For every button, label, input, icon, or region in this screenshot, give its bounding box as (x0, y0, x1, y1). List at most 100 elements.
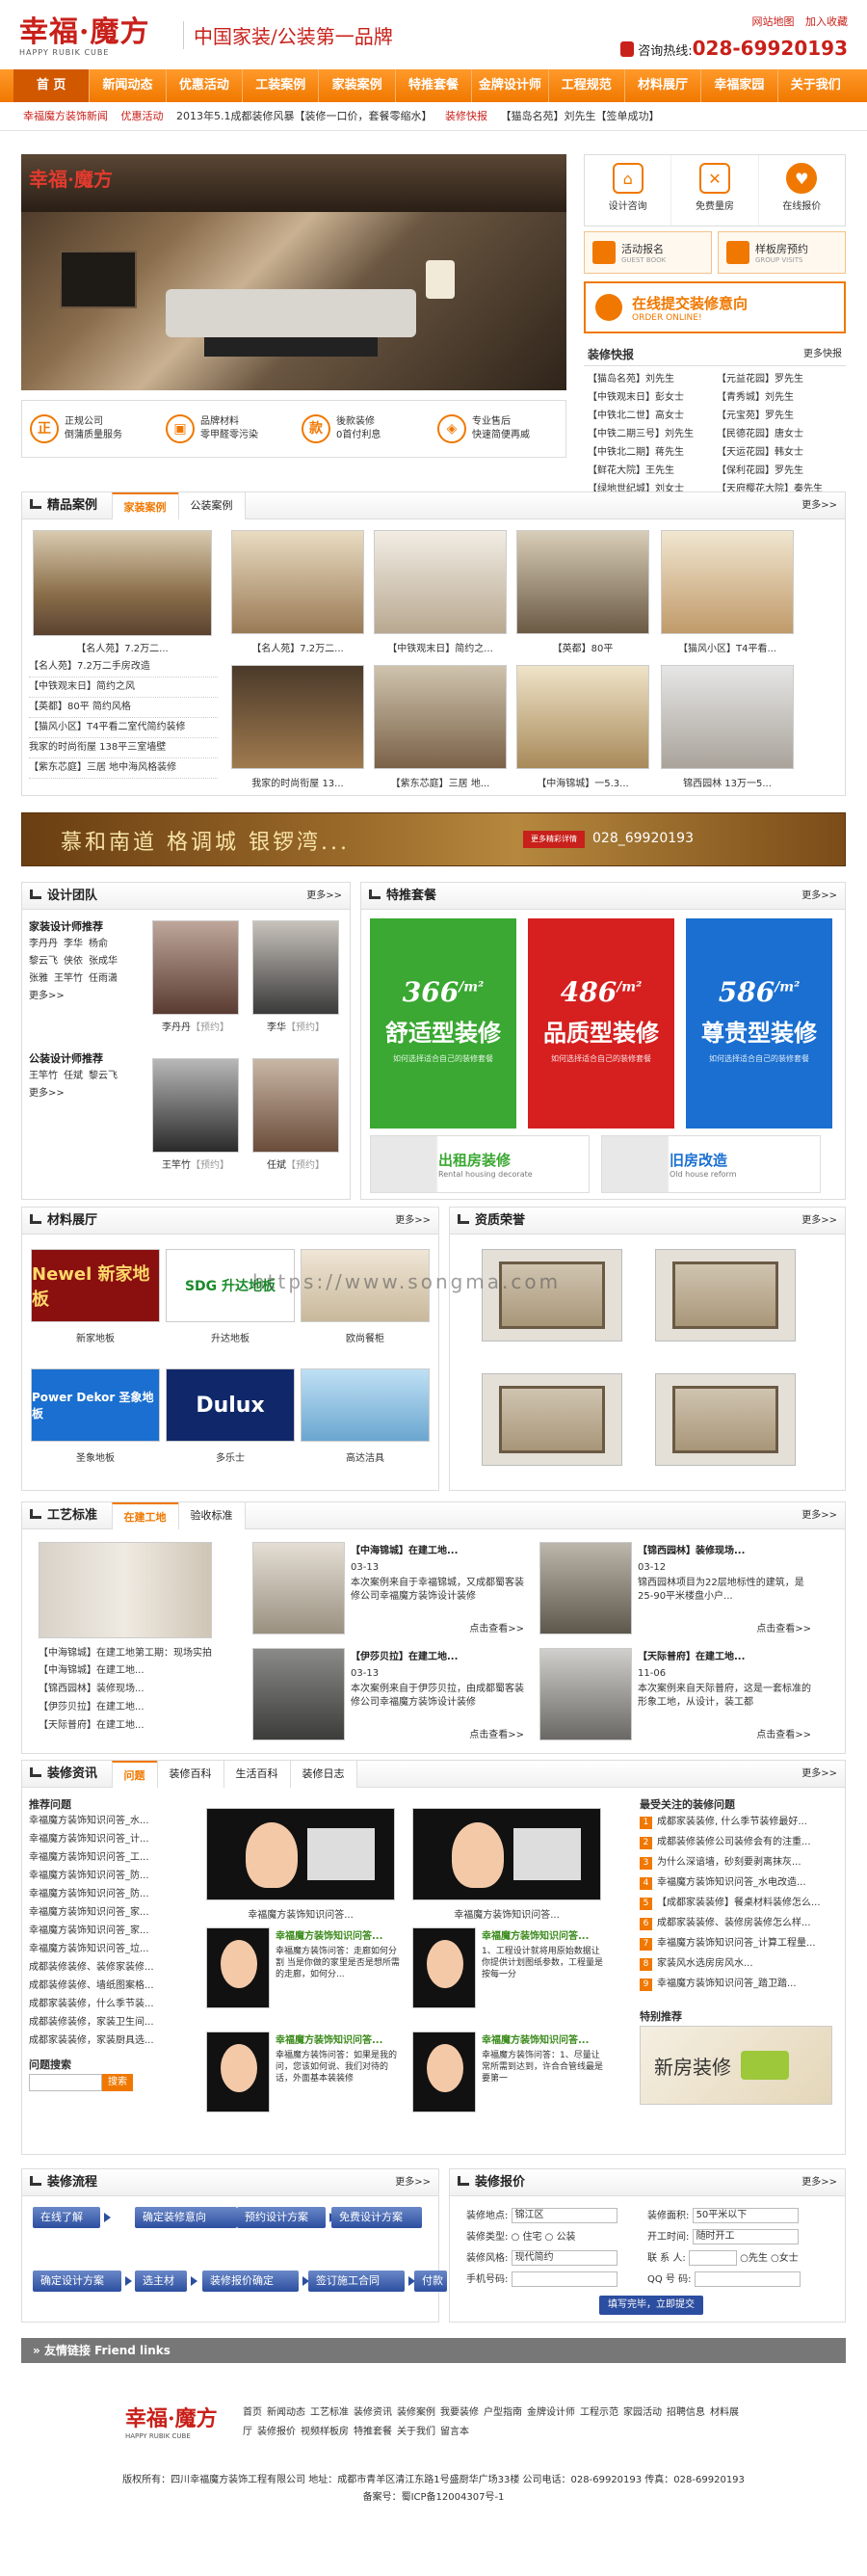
case-thumb[interactable] (374, 530, 507, 634)
process-item-title[interactable]: 【伊莎贝拉】在建工地... (351, 1648, 524, 1662)
case-caption[interactable]: 【名人苑】7.2万二... (231, 640, 364, 654)
process-feature-caption[interactable]: 【中海锦城】在建工地第工期：现场实拍 (29, 1644, 222, 1659)
qq-input[interactable] (694, 2271, 801, 2287)
tab-questions[interactable]: 问题 (111, 1761, 158, 1788)
footer-nav-item[interactable]: 工艺标准 (310, 2407, 349, 2418)
package-more-link[interactable]: 更多>> (801, 883, 837, 910)
home-designer-more[interactable]: 更多>> (29, 988, 144, 1005)
nav-packages[interactable]: 特推套餐 (396, 69, 473, 102)
nav-designers[interactable]: 金牌设计师 (472, 69, 549, 102)
process-item-more[interactable]: 点击查看>> (756, 1726, 811, 1740)
radio-commercial[interactable]: ○ 公装 (545, 2232, 576, 2243)
contact-input[interactable] (688, 2250, 737, 2266)
ticker-item[interactable]: 优惠活动 (121, 110, 164, 122)
pub-designer-more[interactable]: 更多>> (29, 1085, 144, 1102)
designer-photo[interactable] (152, 920, 239, 1015)
designer-more-link[interactable]: 更多>> (306, 883, 342, 910)
case-list-item[interactable]: 我家的时尚衔屋 138平三室墙壁 (29, 738, 218, 758)
favorite-link[interactable]: 加入收藏 (805, 15, 848, 28)
express-item[interactable]: 【中铁观末日】彭女士 (588, 388, 713, 407)
info-video-caption[interactable]: 幸福魔方装饰知识问答... (206, 1906, 395, 1921)
flow-step[interactable]: 预约设计方案 (237, 2207, 326, 2228)
express-item[interactable]: 【猫岛名苑】刘先生 (588, 370, 713, 388)
case-thumb[interactable] (516, 530, 649, 634)
footer-nav-item[interactable]: 装修案例 (397, 2407, 435, 2418)
phone-input[interactable] (511, 2271, 617, 2287)
footer-nav-item[interactable]: 关于我们 (397, 2427, 435, 2437)
express-item[interactable]: 【元益花园】罗先生 (717, 370, 842, 388)
designer-photo[interactable] (252, 920, 339, 1015)
recommended-item[interactable]: 幸福魔方装饰知识问答_防... (29, 1885, 193, 1903)
radio-ms[interactable]: ○女士 (771, 2253, 799, 2264)
designer-name[interactable]: 李丹丹 (29, 939, 58, 949)
package-card[interactable]: 366/m² 舒适型装修 如何选择适合自己的装修套餐 (370, 918, 516, 1129)
express-item[interactable]: 【保利花园】罗先生 (717, 462, 842, 480)
designer-name[interactable]: 张成华 (89, 956, 118, 967)
materials-more-link[interactable]: 更多>> (395, 1208, 431, 1235)
cases-more-link[interactable]: 更多>> (801, 492, 837, 519)
designer-name[interactable]: 王竿竹 (54, 973, 83, 984)
hot-question-item[interactable]: 8 家装风水选房房风水... (640, 1953, 832, 1974)
process-item-title[interactable]: 【天际普府】在建工地... (638, 1648, 811, 1662)
brand-logo[interactable] (301, 1368, 430, 1442)
service-design-consult[interactable]: ⌂ 设计咨询 (585, 155, 672, 226)
hot-question-item[interactable]: 1 成都家装装修, 什么季节装修最好... (640, 1812, 832, 1832)
nav-home[interactable]: 首 页 (13, 69, 91, 102)
info-more-link[interactable]: 更多>> (801, 1761, 837, 1788)
order-online-button[interactable]: 在线提交装修意向 ORDER ONLINE! (584, 281, 846, 333)
quote-submit-button[interactable]: 填写完毕，立即提交 (599, 2296, 703, 2315)
nav-materials[interactable]: 材料展厅 (625, 69, 702, 102)
designer-caption[interactable]: 李丹丹【预约】 (152, 1019, 239, 1033)
recommended-item[interactable]: 成都家装装修，什么季节装... (29, 1995, 193, 2013)
start-select[interactable]: 随时开工 (692, 2229, 799, 2244)
hero-banner[interactable]: 幸福·魔方 (21, 154, 566, 390)
package-strip[interactable]: 旧房改造 Old house reform (601, 1135, 821, 1193)
recommended-item[interactable]: 成都装修装修、装修家装修... (29, 1958, 193, 1977)
ticker-item[interactable]: 装修快报 (445, 110, 487, 122)
size-select[interactable]: 50平米以下 (692, 2208, 799, 2223)
certificate[interactable] (655, 1373, 796, 1466)
footer-nav-item[interactable]: 首页 (243, 2407, 262, 2418)
process-thumb[interactable] (252, 1542, 345, 1634)
flow-step[interactable]: 免费设计方案 (331, 2207, 422, 2228)
area-select[interactable]: 锦江区 (511, 2208, 617, 2223)
hot-question-item[interactable]: 2 成都装修装修公司装修会有的注重... (640, 1832, 832, 1852)
process-item-more[interactable]: 点击查看>> (469, 1726, 524, 1740)
case-caption[interactable]: 【紫东芯庭】三居 地... (374, 775, 507, 789)
recommended-item[interactable]: 幸福魔方装饰知识问答_工... (29, 1848, 193, 1867)
footer-nav-item[interactable]: 工程示范 (580, 2407, 618, 2418)
designer-photo[interactable] (152, 1058, 239, 1153)
case-thumb[interactable] (231, 665, 364, 769)
designer-name[interactable]: 任斌 (64, 1071, 83, 1081)
designer-name[interactable]: 杨俞 (89, 939, 108, 949)
nav-news[interactable]: 新闻动态 (90, 69, 167, 102)
express-item[interactable]: 【元宝苑】罗先生 (717, 407, 842, 425)
express-more-link[interactable]: 更多快报 (803, 343, 842, 366)
process-list-item[interactable]: 【中海锦城】在建工地... (39, 1661, 212, 1680)
case-thumb[interactable] (661, 665, 794, 769)
footer-nav-item[interactable]: 留言本 (440, 2427, 469, 2437)
brand-logo[interactable]: Newel 新家地板 (31, 1249, 160, 1322)
footer-logo[interactable]: 幸福·魔方 HAPPY RUBIK CUBE (125, 2402, 226, 2454)
process-item-more[interactable]: 点击查看>> (756, 1620, 811, 1634)
case-thumb[interactable] (516, 665, 649, 769)
question-search-input[interactable] (29, 2074, 102, 2091)
quote-more-link[interactable]: 更多>> (801, 2169, 837, 2196)
express-item[interactable]: 【中铁北二世】高女士 (588, 407, 713, 425)
radio-mr[interactable]: ○先生 (740, 2253, 768, 2264)
radio-residential[interactable]: ○ 住宅 (512, 2232, 542, 2243)
case-list-item[interactable]: 【英都】80平 简约风格 (29, 698, 218, 718)
case-feature-caption[interactable]: 【名人苑】7.2万二... (33, 640, 212, 654)
ticker-item[interactable]: 【猫岛名苑】刘先生【签单成功】 (501, 110, 660, 122)
info-small-title[interactable]: 幸福魔方装饰知识问答... (482, 2032, 607, 2046)
case-caption[interactable]: 我家的时尚衔屋 13... (231, 775, 364, 789)
info-small-thumb[interactable] (206, 2032, 270, 2112)
info-video-caption[interactable]: 幸福魔方装饰知识问答... (412, 1906, 601, 1921)
info-small-title[interactable]: 幸福魔方装饰知识问答... (276, 1927, 401, 1942)
info-small-title[interactable]: 幸福魔方装饰知识问答... (276, 2032, 401, 2046)
case-caption[interactable]: 【猫风小区】T4平看... (661, 640, 794, 654)
hot-question-item[interactable]: 4 幸福魔方装饰知识问答_水电改造... (640, 1872, 832, 1893)
recommended-item[interactable]: 成都装修装修、墙纸图案格... (29, 1977, 193, 1995)
recommended-item[interactable]: 幸福魔方装饰知识问答_家... (29, 1903, 193, 1922)
info-small-thumb[interactable] (206, 1927, 270, 2008)
